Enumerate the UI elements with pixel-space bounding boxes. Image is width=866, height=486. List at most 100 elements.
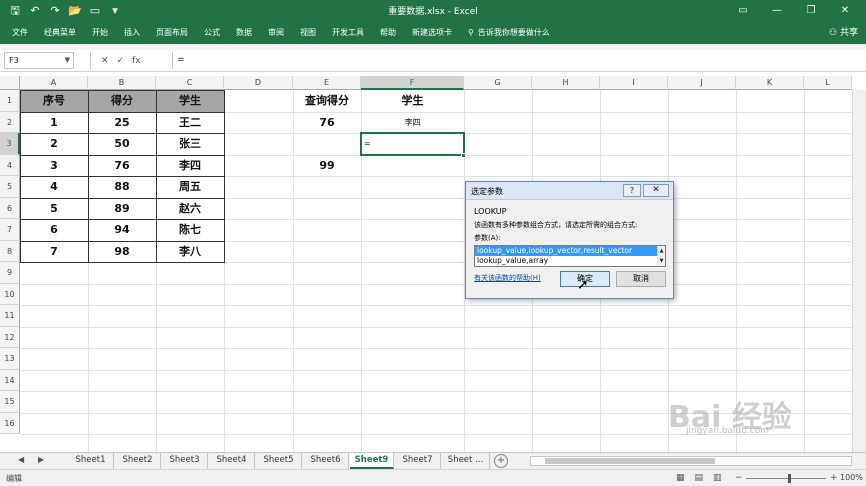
column-header-k[interactable]: K: [736, 76, 804, 90]
window-controls: ▭ — ❐ ✕: [726, 2, 862, 20]
row-header[interactable]: 11: [0, 305, 20, 327]
sheet-tab[interactable]: Sheet5: [256, 453, 302, 469]
gridline: [20, 327, 866, 328]
cancel-button[interactable]: 取消: [616, 271, 666, 287]
row-header[interactable]: 15: [0, 391, 20, 413]
row-header[interactable]: 6: [0, 198, 20, 219]
close-icon[interactable]: ✕: [643, 184, 669, 197]
page-layout-view-icon[interactable]: ▤: [695, 473, 704, 483]
sheet-tab-active[interactable]: Sheet9: [350, 453, 394, 469]
scrollbar-thumb[interactable]: [545, 458, 715, 464]
column-header-b[interactable]: B: [88, 76, 156, 90]
row-header[interactable]: 4: [0, 155, 20, 176]
zoom-percent[interactable]: 100%: [840, 473, 863, 482]
tab-developer[interactable]: 开发工具: [324, 22, 372, 44]
column-header-a[interactable]: A: [20, 76, 88, 90]
row-header[interactable]: 12: [0, 327, 20, 348]
tab-formulas[interactable]: 公式: [196, 22, 228, 44]
tab-page-layout[interactable]: 页面布局: [148, 22, 196, 44]
tab-home[interactable]: 开始: [84, 22, 116, 44]
cancel-icon[interactable]: ✕: [101, 56, 109, 66]
gridline: [804, 90, 805, 452]
dialog-title-bar: 选定参数 ? ✕: [466, 182, 673, 200]
page-break-view-icon[interactable]: ▥: [713, 473, 722, 483]
formula-bar: F3 ▼ ✕ ✓ fx =: [0, 50, 866, 72]
horizontal-scrollbar[interactable]: [530, 456, 852, 466]
row-header[interactable]: 14: [0, 370, 20, 391]
column-header-h[interactable]: H: [532, 76, 600, 90]
row-header[interactable]: 2: [0, 112, 20, 133]
row-header[interactable]: 16: [0, 413, 20, 434]
function-help-link[interactable]: 有关该函数的帮助(H): [474, 273, 541, 283]
row-header[interactable]: 9: [0, 262, 20, 284]
tab-file[interactable]: 文件: [4, 22, 36, 44]
tell-me-box[interactable]: ⚲ 告诉我你想要做什么: [460, 22, 550, 44]
column-header-e[interactable]: E: [293, 76, 361, 90]
restore-icon[interactable]: ❐: [794, 2, 828, 20]
tab-help[interactable]: 帮助: [372, 22, 404, 44]
insert-function-icon[interactable]: fx: [132, 56, 141, 66]
select-all-corner[interactable]: [0, 76, 20, 90]
close-icon[interactable]: ✕: [828, 2, 862, 20]
minimize-icon[interactable]: —: [760, 2, 794, 20]
scroll-right-icon[interactable]: ▶: [38, 455, 44, 464]
sheet-tab[interactable]: Sheet4: [209, 453, 255, 469]
tab-insert[interactable]: 插入: [116, 22, 148, 44]
column-header-i[interactable]: I: [600, 76, 668, 90]
row-header[interactable]: 1: [0, 90, 20, 112]
ribbon-display-icon[interactable]: ▭: [726, 2, 760, 20]
row-header[interactable]: 8: [0, 241, 20, 262]
listbox-scrollbar[interactable]: ▲ ▼: [657, 246, 665, 266]
sheet-tab[interactable]: Sheet2: [115, 453, 161, 469]
column-header-l[interactable]: L: [804, 76, 852, 90]
query-score-value[interactable]: 76: [293, 112, 361, 133]
scroll-left-icon[interactable]: ◀: [18, 455, 24, 464]
query-score-value-2[interactable]: 99: [293, 155, 361, 176]
row-header[interactable]: 10: [0, 284, 20, 305]
view-buttons: ▦ ▤ ▥: [676, 473, 722, 483]
column-header-f[interactable]: F: [361, 76, 464, 90]
share-button[interactable]: ⚇ 共享: [829, 22, 858, 44]
tab-review[interactable]: 审阅: [260, 22, 292, 44]
gridline: [20, 305, 866, 306]
table-divider: [20, 133, 225, 134]
row-header[interactable]: 13: [0, 348, 20, 370]
sheet-tab[interactable]: Sheet3: [162, 453, 208, 469]
zoom-slider-knob[interactable]: [788, 474, 791, 483]
sheet-tab[interactable]: Sheet7: [395, 453, 441, 469]
enter-icon[interactable]: ✓: [117, 56, 125, 66]
sheet-tab[interactable]: Sheet ...: [442, 453, 490, 469]
sheet-tab[interactable]: Sheet6: [303, 453, 349, 469]
query-score-label[interactable]: 查询得分: [293, 90, 361, 112]
column-header-c[interactable]: C: [156, 76, 224, 90]
argument-option[interactable]: lookup_value,array: [475, 256, 665, 266]
column-header-j[interactable]: J: [668, 76, 736, 90]
sheet-tab[interactable]: Sheet1: [68, 453, 114, 469]
fill-handle[interactable]: [461, 153, 466, 158]
zoom-slider[interactable]: [746, 478, 826, 479]
tab-view[interactable]: 视图: [292, 22, 324, 44]
row-header[interactable]: 3: [0, 133, 20, 155]
query-student-result[interactable]: 李四: [361, 112, 464, 133]
zoom-in-icon[interactable]: +: [830, 473, 838, 483]
normal-view-icon[interactable]: ▦: [676, 473, 685, 483]
active-cell-border[interactable]: [360, 132, 465, 156]
name-box[interactable]: F3 ▼: [4, 52, 74, 69]
row-header[interactable]: 7: [0, 219, 20, 241]
row-header[interactable]: 5: [0, 176, 20, 198]
argument-option[interactable]: lookup_value,lookup_vector,result_vector: [475, 246, 665, 256]
column-header-d[interactable]: D: [224, 76, 293, 90]
help-icon[interactable]: ?: [623, 184, 641, 197]
tab-new-tab[interactable]: 新建选项卡: [404, 22, 460, 44]
vertical-scrollbar[interactable]: [852, 90, 866, 452]
add-sheet-button[interactable]: +: [494, 454, 508, 468]
tab-classic-menu[interactable]: 经典菜单: [36, 22, 84, 44]
share-label: 共享: [839, 28, 858, 38]
query-student-label[interactable]: 学生: [361, 90, 464, 112]
zoom-out-icon[interactable]: −: [735, 473, 743, 483]
formula-input[interactable]: =: [172, 52, 860, 69]
column-header-g[interactable]: G: [464, 76, 532, 90]
tab-data[interactable]: 数据: [228, 22, 260, 44]
chevron-down-icon[interactable]: ▼: [65, 53, 70, 68]
arguments-listbox[interactable]: lookup_value,lookup_vector,result_vector…: [474, 245, 666, 267]
